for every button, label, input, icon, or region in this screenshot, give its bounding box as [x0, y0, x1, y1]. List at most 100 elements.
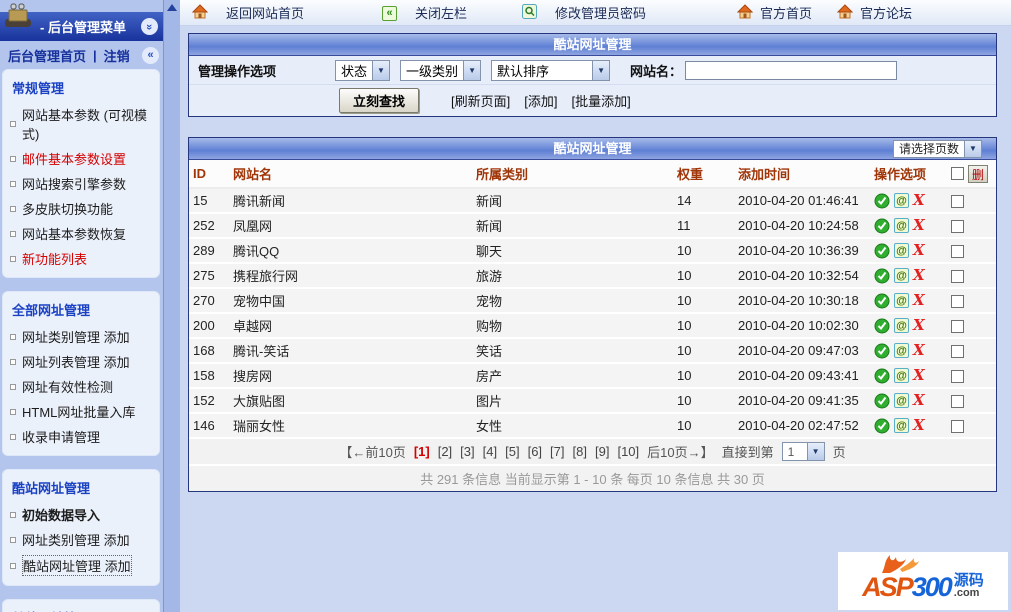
toolbar-item[interactable]: 官方论坛 — [825, 0, 925, 25]
toolbar-item[interactable]: « 关闭左栏 — [370, 0, 510, 25]
page-link[interactable]: [7] — [550, 444, 564, 459]
at-icon[interactable]: @ — [894, 218, 909, 233]
delete-icon[interactable]: X — [913, 218, 925, 233]
row-checkbox[interactable] — [951, 420, 964, 434]
sidebar-item[interactable]: 网址类别管理 添加 — [3, 324, 159, 349]
page-link[interactable]: [10] — [617, 444, 639, 459]
filter-row: 管理操作选项 状态 ▼ 一级类别 ▼ 默认排序 ▼ 网站名： — [189, 56, 996, 85]
at-icon[interactable]: @ — [894, 368, 909, 383]
row-checkbox[interactable] — [951, 370, 964, 384]
at-icon[interactable]: @ — [894, 393, 909, 408]
row-checkbox[interactable] — [951, 295, 964, 309]
page-link[interactable]: [2] — [438, 444, 452, 459]
table-panel-title-bar: 酷站网址管理 请选择页数 ▼ — [189, 138, 996, 160]
table-panel: 酷站网址管理 请选择页数 ▼ ID 网站名 所属类别 权重 添加时间 操作选项删 15 腾讯… — [188, 137, 997, 492]
page-link[interactable]: [6] — [528, 444, 542, 459]
filter-select[interactable]: 一级类别 ▼ — [400, 59, 482, 81]
delete-icon[interactable]: X — [913, 393, 925, 408]
cell-weight: 10 — [673, 313, 734, 339]
sidebar-item[interactable]: 网站搜索引擎参数 — [3, 171, 159, 196]
sidebar-item[interactable]: 网址有效性检测 — [3, 374, 159, 399]
approve-icon[interactable] — [874, 318, 890, 334]
filter-select[interactable]: 状态 ▼ — [335, 59, 391, 81]
page-count-select[interactable]: 请选择页数 ▼ — [892, 140, 982, 158]
at-icon[interactable]: @ — [894, 243, 909, 258]
page-link[interactable]: [1] — [414, 444, 430, 459]
action-link[interactable]: [批量添加] — [571, 91, 630, 110]
action-link[interactable]: [添加] — [524, 91, 557, 110]
row-checkbox[interactable] — [951, 345, 964, 359]
delete-icon[interactable]: X — [913, 193, 925, 208]
admin-home-link[interactable]: 后台管理首页 — [8, 46, 86, 65]
next-pages-link[interactable]: 后10页→】 — [647, 442, 713, 461]
at-icon[interactable]: @ — [894, 418, 909, 433]
scroll-up-icon[interactable] — [167, 4, 177, 11]
sidebar-item[interactable]: 邮件基本参数设置 — [3, 146, 159, 171]
site-name-input[interactable] — [685, 60, 898, 80]
delete-icon[interactable]: X — [913, 268, 925, 283]
jump-suffix: 页 — [832, 445, 846, 460]
prev-pages-link[interactable]: 【←前10页 — [339, 442, 405, 461]
sidebar-item[interactable]: 多皮肤切换功能 — [3, 196, 159, 221]
action-link[interactable]: [刷新页面] — [451, 91, 510, 110]
sidebar-item[interactable]: 新功能列表 — [3, 246, 159, 271]
row-checkbox[interactable] — [951, 270, 964, 284]
approve-icon[interactable] — [874, 243, 890, 259]
approve-icon[interactable] — [874, 193, 890, 209]
row-checkbox[interactable] — [951, 220, 964, 234]
select-all-checkbox[interactable] — [951, 167, 964, 180]
sidebar-item[interactable]: 初始数据导入 — [3, 502, 159, 527]
sidebar-item[interactable]: 网址类别管理 添加 — [3, 527, 159, 552]
sidebar-item[interactable]: 网址列表管理 添加 — [3, 349, 159, 374]
filter-select[interactable]: 默认排序 ▼ — [491, 59, 611, 81]
delete-icon[interactable]: X — [913, 368, 925, 383]
toolbar-item[interactable]: 修改管理员密码 — [510, 0, 725, 25]
toolbar-item[interactable]: 官方首页 — [725, 0, 825, 25]
chevron-down-icon: ▼ — [372, 60, 390, 80]
page-link[interactable]: [4] — [483, 444, 497, 459]
sidebar-item[interactable]: HTML网址批量入库 — [3, 399, 159, 424]
at-icon[interactable]: @ — [894, 318, 909, 333]
cell-ops: @ X — [870, 288, 947, 314]
approve-icon[interactable] — [874, 268, 890, 284]
row-checkbox[interactable] — [951, 395, 964, 409]
sidebar-item[interactable]: 酷站网址管理 添加 — [3, 552, 159, 579]
delete-icon[interactable]: X — [913, 293, 925, 308]
cell-time: 2010-04-20 09:43:41 — [734, 363, 870, 389]
sidebar-item[interactable]: 收录申请管理 — [3, 424, 159, 449]
sidebar-item[interactable]: 网站基本参数恢复 — [3, 221, 159, 246]
collapse-sidebar-icon[interactable]: « — [142, 46, 159, 64]
row-checkbox[interactable] — [951, 320, 964, 334]
delete-icon[interactable]: X — [913, 343, 925, 358]
approve-icon[interactable] — [874, 293, 890, 309]
page-link[interactable]: [3] — [460, 444, 474, 459]
chevron-down-icon[interactable]: » — [141, 18, 158, 35]
page-link[interactable]: [9] — [595, 444, 609, 459]
jump-page-select[interactable]: 1 ▼ — [781, 442, 825, 461]
page-link[interactable]: [5] — [505, 444, 519, 459]
column-header: 所属类别 — [472, 160, 673, 189]
approve-icon[interactable] — [874, 393, 890, 409]
approve-icon[interactable] — [874, 418, 890, 434]
delete-icon[interactable]: X — [913, 418, 925, 433]
toolbar-item[interactable]: 返回网站首页 — [180, 0, 370, 25]
row-checkbox[interactable] — [951, 245, 964, 259]
page-link[interactable]: [8] — [573, 444, 587, 459]
logout-link[interactable]: 注销 — [104, 46, 130, 65]
delete-icon[interactable]: X — [913, 243, 925, 258]
sidebar-item[interactable]: 网站基本参数 (可视模式) — [3, 102, 159, 146]
delete-button[interactable]: 删 — [968, 164, 989, 183]
approve-icon[interactable] — [874, 343, 890, 359]
approve-icon[interactable] — [874, 218, 890, 234]
sidebar-splitter[interactable] — [163, 0, 180, 612]
sidebar-item-label: 网址类别管理 添加 — [22, 533, 130, 548]
approve-icon[interactable] — [874, 368, 890, 384]
at-icon[interactable]: @ — [894, 343, 909, 358]
row-checkbox[interactable] — [951, 195, 964, 209]
search-button[interactable]: 立刻查找 — [339, 88, 420, 113]
at-icon[interactable]: @ — [894, 193, 909, 208]
at-icon[interactable]: @ — [894, 268, 909, 283]
delete-icon[interactable]: X — [913, 318, 925, 333]
at-icon[interactable]: @ — [894, 293, 909, 308]
sidebar-item-label: 网址有效性检测 — [22, 380, 114, 395]
